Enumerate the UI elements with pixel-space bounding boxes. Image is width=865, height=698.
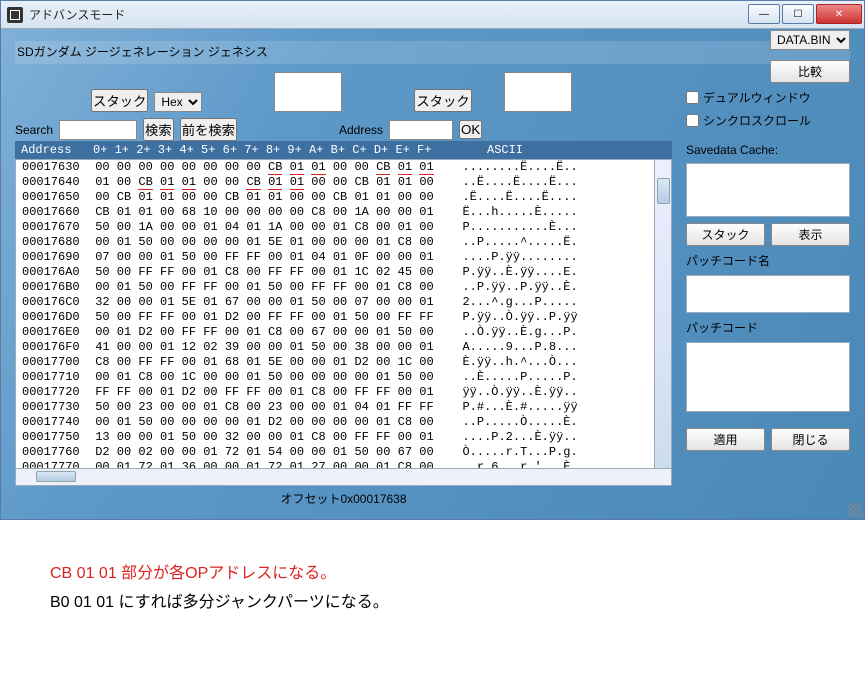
apply-close-row: 適用 閉じる	[686, 428, 850, 451]
search-input[interactable]	[59, 120, 137, 140]
stack-button-panel[interactable]: スタック	[686, 223, 765, 246]
dual-window-check[interactable]: デュアルウィンドウ	[686, 89, 850, 106]
sync-scroll-label: シンクロスクロール	[703, 112, 811, 129]
app-icon	[7, 7, 23, 23]
hex-header: Address 0+ 1+ 2+ 3+ 4+ 5+ 6+ 7+ 8+ 9+ A+…	[15, 141, 672, 159]
app-window: アドバンスモード — ☐ ✕ SDガンダム ジージェネレーション ジェネシス ス…	[0, 0, 865, 520]
hex-row[interactable]: 00017700 C8 00 FF FF 00 01 68 01 5E 00 0…	[16, 355, 671, 370]
left-preview-box	[274, 72, 342, 112]
toolbar-row1: スタック Hex スタック	[15, 72, 672, 112]
show-button[interactable]: 表示	[771, 223, 850, 246]
hex-row[interactable]: 00017730 50 00 23 00 00 01 C8 00 23 00 0…	[16, 400, 671, 415]
search-button[interactable]: 検索	[143, 118, 174, 141]
right-preview-box	[504, 72, 572, 112]
hex-row[interactable]: 00017750 13 00 00 01 50 00 32 00 00 01 C…	[16, 430, 671, 445]
address-label: Address	[339, 123, 383, 137]
hex-row[interactable]: 00017740 00 01 50 00 00 00 00 01 D2 00 0…	[16, 415, 671, 430]
scroll-thumb-h[interactable]	[36, 471, 76, 482]
hex-body[interactable]: 00017630 00 00 00 00 00 00 00 00 CB 01 0…	[15, 159, 672, 469]
hex-header-ascii: ASCII	[487, 143, 523, 157]
horizontal-scrollbar[interactable]	[15, 469, 672, 486]
hex-row[interactable]: 000176B0 00 01 50 00 FF FF 00 01 50 00 F…	[16, 280, 671, 295]
maximize-button[interactable]: ☐	[782, 4, 814, 24]
hex-panel: スタック Hex スタック Search 検索 前を検索 Address	[15, 66, 672, 509]
hex-row[interactable]: 000176F0 41 00 00 01 12 02 39 00 00 01 5…	[16, 340, 671, 355]
content-area: SDガンダム ジージェネレーション ジェネシス スタック Hex スタック Se…	[1, 29, 864, 519]
compare-button[interactable]: 比較	[770, 60, 850, 83]
hex-row[interactable]: 00017720 FF FF 00 01 D2 00 FF FF 00 01 C…	[16, 385, 671, 400]
close-panel-button[interactable]: 閉じる	[771, 428, 850, 451]
main-split: スタック Hex スタック Search 検索 前を検索 Address	[15, 66, 850, 509]
hex-row[interactable]: 00017770 00 01 72 01 36 00 00 01 72 01 2…	[16, 460, 671, 469]
apply-button[interactable]: 適用	[686, 428, 765, 451]
hex-header-cols: 0+ 1+ 2+ 3+ 4+ 5+ 6+ 7+ 8+ 9+ A+ B+ C+ D…	[93, 143, 463, 157]
dual-window-checkbox[interactable]	[686, 91, 699, 104]
patch-code-label: パッチコード	[686, 319, 850, 336]
hex-row[interactable]: 00017650 00 CB 01 01 00 00 CB 01 01 00 0…	[16, 190, 671, 205]
window-title: アドバンスモード	[29, 6, 748, 23]
patch-name-box[interactable]	[686, 275, 850, 313]
hex-row[interactable]: 00017640 01 00 CB 01 01 00 00 CB 01 01 0…	[16, 175, 671, 190]
format-select[interactable]: Hex	[154, 92, 202, 112]
patch-code-box[interactable]	[686, 342, 850, 412]
dual-window-label: デュアルウィンドウ	[703, 89, 811, 106]
savedata-cache-label: Savedata Cache:	[686, 143, 850, 157]
hex-header-address: Address	[21, 143, 93, 157]
search-label: Search	[15, 123, 53, 137]
hex-row[interactable]: 000176E0 00 01 D2 00 FF FF 00 01 C8 00 6…	[16, 325, 671, 340]
hex-row[interactable]: 00017630 00 00 00 00 00 00 00 00 CB 01 0…	[16, 160, 671, 175]
savedata-cache-box[interactable]	[686, 163, 850, 217]
file-select-row: DATA.BIN	[686, 30, 850, 50]
sync-scroll-check[interactable]: シンクロスクロール	[686, 112, 850, 129]
titlebar: アドバンスモード — ☐ ✕	[1, 1, 864, 29]
sync-scroll-checkbox[interactable]	[686, 114, 699, 127]
hex-row[interactable]: 000176C0 32 00 00 01 5E 01 67 00 00 01 5…	[16, 295, 671, 310]
hex-row[interactable]: 00017710 00 01 C8 00 1C 00 00 01 50 00 0…	[16, 370, 671, 385]
address-input[interactable]	[389, 120, 453, 140]
ok-button[interactable]: OK	[459, 120, 482, 139]
hex-row[interactable]: 00017670 50 00 1A 00 00 01 04 01 1A 00 0…	[16, 220, 671, 235]
hex-row[interactable]: 00017660 CB 01 01 00 68 10 00 00 00 00 C…	[16, 205, 671, 220]
hex-row[interactable]: 000176D0 50 00 FF FF 00 01 D2 00 FF FF 0…	[16, 310, 671, 325]
minimize-button[interactable]: —	[748, 4, 780, 24]
annotation-notes: CB 01 01 部分が各OPアドレスになる。 B0 01 01 にすれば多分ジ…	[0, 520, 865, 638]
toolbar-row2: Search 検索 前を検索 Address OK	[15, 118, 672, 141]
patch-name-label: パッチコード名	[686, 252, 850, 269]
offset-status: オフセット0x00017638	[15, 486, 672, 509]
hex-row[interactable]: 00017680 00 01 50 00 00 00 00 01 5E 01 0…	[16, 235, 671, 250]
scroll-thumb-v[interactable]	[657, 178, 670, 204]
stack-show-row: スタック 表示	[686, 223, 850, 246]
stack-button-left[interactable]: スタック	[91, 89, 148, 112]
right-panel: DATA.BIN 比較 デュアルウィンドウ シンクロスクロール Savedata…	[686, 66, 850, 509]
prev-search-button[interactable]: 前を検索	[180, 118, 237, 141]
vertical-scrollbar[interactable]	[654, 160, 671, 468]
file-select[interactable]: DATA.BIN	[770, 30, 850, 50]
note-line-2: B0 01 01 にすれば多分ジャンクパーツになる。	[50, 589, 815, 618]
hex-row[interactable]: 000176A0 50 00 FF FF 00 01 C8 00 FF FF 0…	[16, 265, 671, 280]
note-line-1: CB 01 01 部分が各OPアドレスになる。	[50, 560, 815, 589]
resize-grip-icon[interactable]	[848, 503, 862, 517]
hex-row[interactable]: 00017760 D2 00 02 00 00 01 72 01 54 00 0…	[16, 445, 671, 460]
window-controls: — ☐ ✕	[748, 1, 864, 28]
close-button[interactable]: ✕	[816, 4, 862, 24]
stack-button-right[interactable]: スタック	[414, 89, 471, 112]
hex-row[interactable]: 00017690 07 00 00 01 50 00 FF FF 00 01 0…	[16, 250, 671, 265]
